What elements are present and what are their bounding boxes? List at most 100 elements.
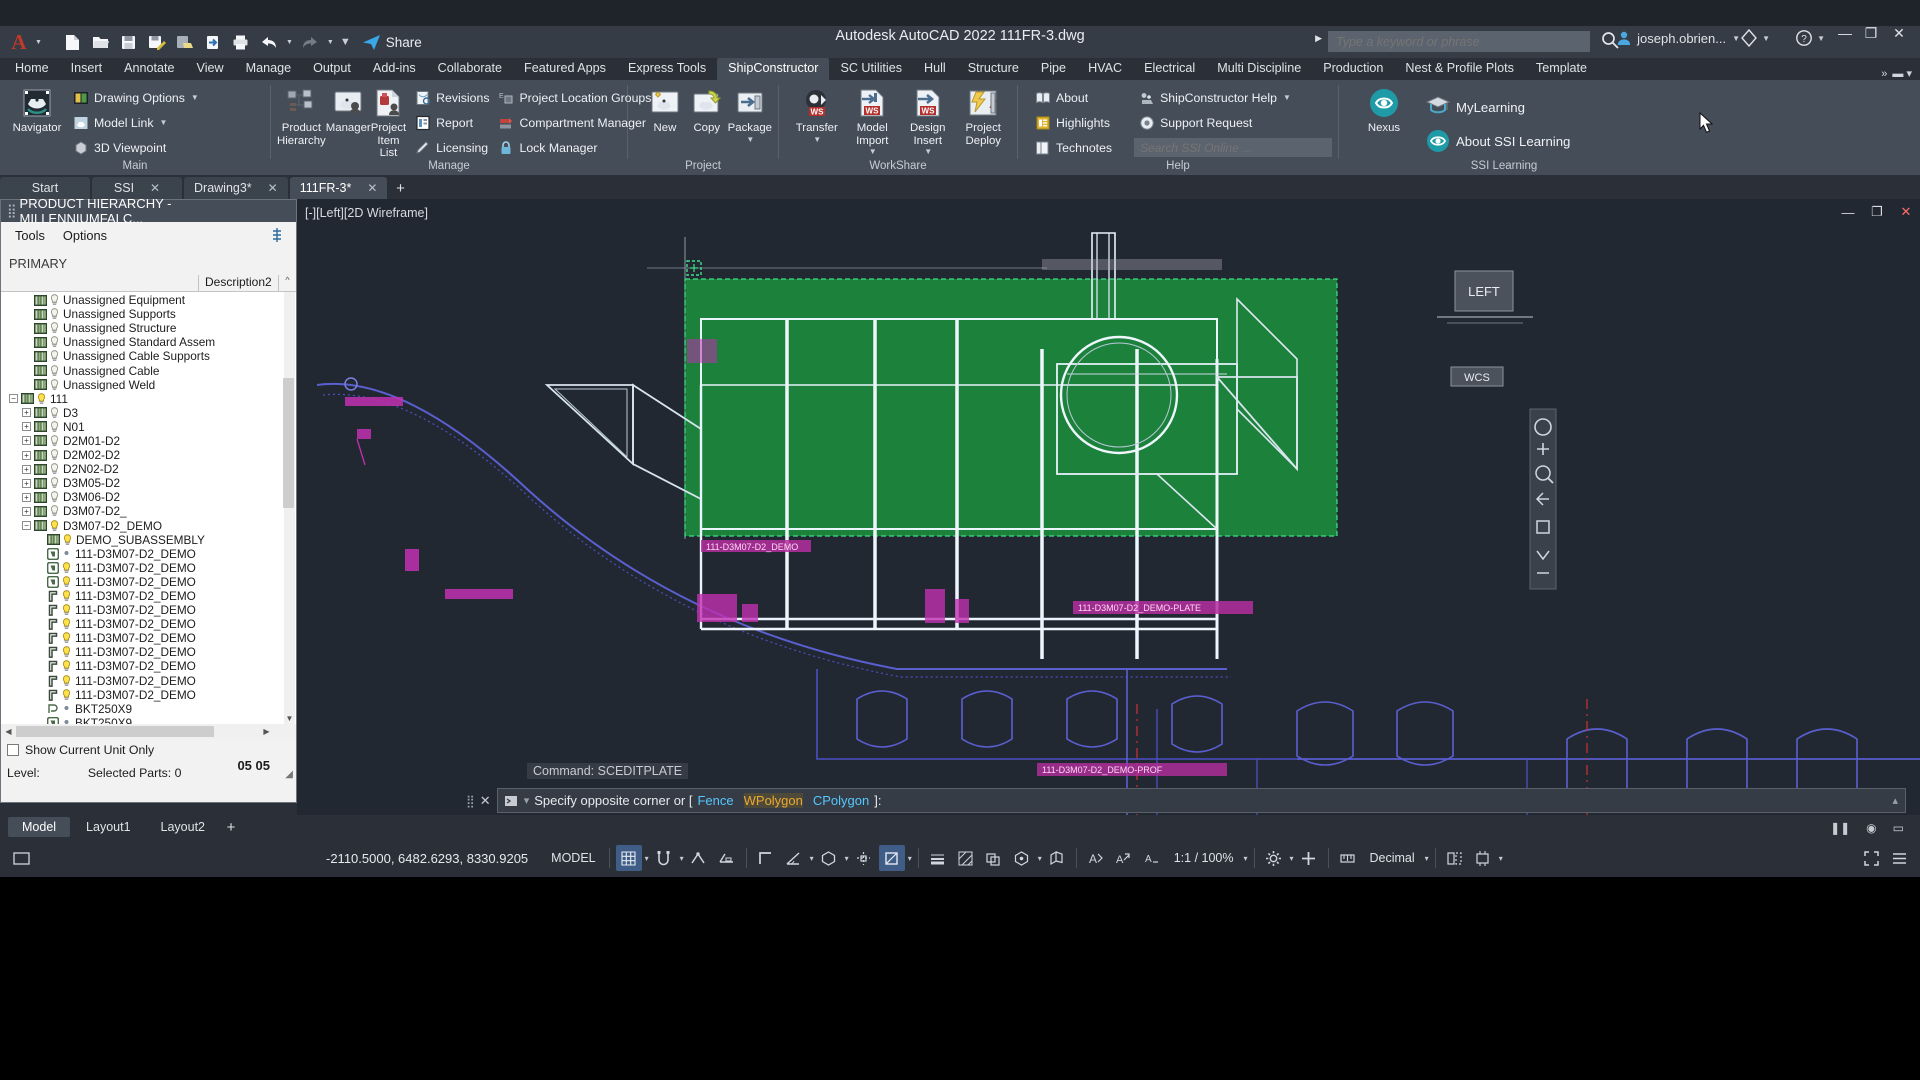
linewidth-icon[interactable]	[925, 845, 951, 871]
qat-chevron-down-icon[interactable]: ▼	[35, 39, 42, 46]
bulb-on-icon[interactable]	[62, 590, 71, 602]
bulb-on-icon[interactable]	[62, 688, 71, 701]
ribbon-tab-home[interactable]: Home	[4, 58, 60, 80]
expand-icon[interactable]: +	[22, 408, 31, 418]
save-cloud-icon[interactable]	[172, 29, 198, 55]
tree-item[interactable]: Unassigned Supports	[1, 307, 296, 321]
collapse-icon[interactable]: −	[9, 394, 18, 404]
licensing-button[interactable]: Licensing	[410, 135, 493, 160]
open-cloud-icon[interactable]	[200, 29, 226, 55]
tree-item[interactable]: BKT250X9	[1, 702, 296, 716]
transparency-icon[interactable]	[953, 845, 979, 871]
bulb-off-icon[interactable]	[50, 350, 59, 362]
bulb-off-icon[interactable]	[50, 308, 59, 320]
bulb-on-icon[interactable]	[37, 393, 46, 405]
tree-vertical-scrollbar[interactable]	[283, 292, 295, 724]
command-input-box[interactable]: ▾ Specify opposite corner or [Fence WPol…	[496, 788, 1906, 813]
search-ssi-input[interactable]	[1140, 140, 1327, 155]
tree-item[interactable]: Unassigned Equipment	[1, 293, 296, 307]
undo-icon[interactable]	[256, 29, 282, 55]
tree-item[interactable]: − D3M07-D2_DEMO	[1, 519, 296, 533]
column-header-more-icon[interactable]: ^	[278, 275, 296, 291]
bulb-off-icon[interactable]	[50, 505, 59, 517]
selection-cycling-icon[interactable]	[981, 845, 1007, 871]
about-ssi-learning-button[interactable]: About SSI Learning	[1421, 124, 1574, 158]
document-tab-111fr-3-[interactable]: 111FR-3* ✕	[289, 177, 388, 199]
report-button[interactable]: Report	[410, 110, 493, 135]
project-item-list-button[interactable]: Project Item List	[371, 84, 406, 160]
autoscale-icon[interactable]: A	[1111, 845, 1137, 871]
tree-item[interactable]: 111-D3M07-D2_DEMO	[1, 645, 296, 659]
command-dropdown-icon[interactable]: ▾	[524, 794, 530, 807]
support-request-button[interactable]: Support Request	[1134, 110, 1332, 135]
drawing-options-chevron-icon[interactable]: ▼	[191, 93, 199, 102]
ribbon-tab-nest-profile-plots[interactable]: Nest & Profile Plots	[1394, 58, 1525, 80]
navigator-button[interactable]: Navigator	[6, 84, 68, 135]
command-line-grip-icon[interactable]: ⣿	[466, 794, 475, 808]
expand-icon[interactable]: +	[22, 422, 31, 432]
bulb-off-icon[interactable]	[50, 378, 59, 391]
palette-title-bar[interactable]: ⣿ PRODUCT HIERARCHY - MILLENNIUMFALC...	[1, 196, 296, 226]
close-icon[interactable]: ✕	[367, 181, 377, 195]
status-bar-menu-icon[interactable]	[1886, 845, 1912, 871]
clean-screen-icon[interactable]	[1858, 845, 1884, 871]
bulb-on-icon[interactable]	[62, 618, 71, 630]
units-icon[interactable]	[1335, 845, 1361, 871]
ribbon-tab-hull[interactable]: Hull	[913, 58, 957, 80]
printer-icon[interactable]	[228, 29, 254, 55]
dyn-input-icon[interactable]	[714, 845, 740, 871]
object-snap-chevron-icon[interactable]: ▾	[908, 854, 912, 863]
ribbon-tab-add-ins[interactable]: Add-ins	[362, 58, 427, 80]
hardware-accel-icon[interactable]	[1470, 845, 1496, 871]
isodraft-icon[interactable]	[816, 845, 842, 871]
autodesk-app-chevron-icon[interactable]: ▼	[1762, 34, 1770, 43]
ribbon-tab-production[interactable]: Production	[1312, 58, 1394, 80]
isodraft-chevron-icon[interactable]: ▾	[845, 854, 849, 863]
tree-item[interactable]: 111-D3M07-D2_DEMO	[1, 674, 296, 688]
annotation-visibility-icon[interactable]: A	[1083, 845, 1109, 871]
expand-icon[interactable]: +	[22, 506, 31, 516]
save-icon[interactable]	[116, 29, 142, 55]
hardware-accel-chevron-icon[interactable]: ▾	[1499, 854, 1503, 863]
account-chevron-down-icon[interactable]: ▼	[1732, 34, 1740, 43]
pause-icon[interactable]: ❚❚	[1830, 821, 1850, 835]
bulb-off-icon[interactable]	[50, 491, 59, 503]
tree-item[interactable]: DEMO_SUBASSEMBLY	[1, 533, 296, 547]
command-option-fence[interactable]: Fence	[697, 793, 733, 808]
workspace-chevron-icon[interactable]: ▾	[1290, 854, 1294, 863]
ribbon-tab-electrical[interactable]: Electrical	[1133, 58, 1206, 80]
expand-icon[interactable]: +	[22, 464, 31, 474]
product-hierarchy-button[interactable]: Product Hierarchy	[277, 84, 326, 147]
tree-item[interactable]: Unassigned Cable Supports	[1, 349, 296, 363]
redo-icon[interactable]	[297, 29, 323, 55]
copy-project-button[interactable]: Copy	[686, 84, 728, 135]
highlights-button[interactable]: Highlights	[1030, 110, 1116, 135]
command-expand-icon[interactable]: ▴	[1892, 794, 1898, 807]
ribbon-tab-collaborate[interactable]: Collaborate	[427, 58, 513, 80]
hscroll-right-arrow-icon[interactable]: ▶	[259, 724, 274, 739]
transfer-button[interactable]: WS Transfer ▼	[789, 84, 845, 144]
collapse-icon[interactable]: −	[22, 521, 31, 531]
tree-item[interactable]: 111-D3M07-D2_DEMO	[1, 688, 296, 702]
share-button[interactable]: Share	[362, 34, 422, 51]
tree-item[interactable]: + D2N02-D2	[1, 462, 296, 476]
ribbon-tab-structure[interactable]: Structure	[957, 58, 1030, 80]
new-file-icon[interactable]	[60, 29, 86, 55]
palette-menu-tools[interactable]: Tools	[15, 228, 45, 243]
bulb-off-icon[interactable]	[62, 717, 71, 724]
close-icon[interactable]: ✕	[150, 181, 160, 195]
search-box[interactable]	[1328, 31, 1590, 52]
units-chevron-icon[interactable]: ▾	[1425, 854, 1429, 863]
ribbon-tab-pipe[interactable]: Pipe	[1030, 58, 1077, 80]
package-chevron-down-icon[interactable]: ▼	[746, 135, 754, 144]
model-link-chevron-icon[interactable]: ▼	[159, 118, 167, 127]
search-input[interactable]	[1336, 34, 1582, 49]
bulb-on-icon[interactable]	[62, 562, 71, 574]
snap-chevron-icon[interactable]: ▾	[680, 854, 684, 863]
expand-tabs-icon[interactable]: ▭	[1893, 821, 1904, 835]
command-option-wpolygon[interactable]: WPolygon	[743, 793, 803, 808]
tree-item[interactable]: Unassigned Structure	[1, 321, 296, 335]
units-label[interactable]: Decimal	[1363, 846, 1422, 870]
tree-item[interactable]: + D2M01-D2	[1, 434, 296, 448]
bulb-off-icon[interactable]	[50, 336, 59, 348]
